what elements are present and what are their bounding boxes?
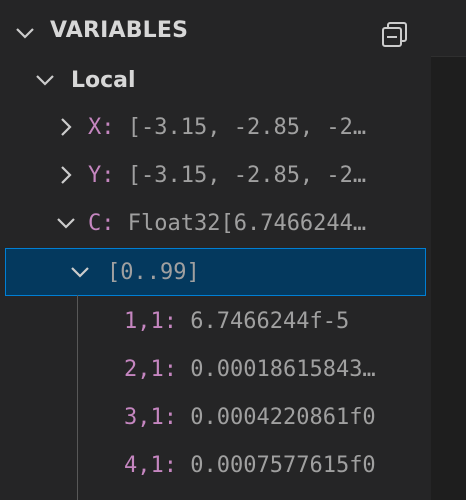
element-index: 3,1 (124, 405, 164, 430)
chevron-down-icon[interactable] (14, 22, 36, 44)
scope-label: Local (71, 68, 136, 93)
element-separator: : (163, 309, 191, 334)
variable-row-c[interactable]: C: Float32[6.7466244… (0, 199, 431, 247)
scope-local[interactable]: Local (0, 56, 431, 104)
chevron-right-icon[interactable] (55, 116, 77, 138)
range-label: [0..99] (107, 260, 200, 285)
element-row[interactable]: 2,1: 0.00018615843… (0, 345, 431, 393)
variables-panel: VARIABLES Local X: [-3.15, -2.85, -2… Y:… (0, 0, 431, 500)
chevron-down-icon[interactable] (55, 212, 77, 234)
variable-name: Y (88, 163, 102, 188)
variable-separator: : (101, 115, 128, 140)
section-title: VARIABLES (50, 18, 189, 43)
element-row[interactable]: 1,1: 6.7466244f-5 (0, 297, 431, 345)
collapse-all-icon[interactable] (380, 20, 410, 50)
element-separator: : (163, 405, 191, 430)
element-value: 0.0004220861f0 (190, 405, 376, 430)
variable-value: [-3.15, -2.85, -2… (127, 115, 367, 140)
element-separator: : (163, 453, 191, 478)
range-row-selected[interactable]: [0..99] (5, 248, 426, 296)
element-index: 2,1 (124, 357, 164, 382)
variable-value: Float32[6.7466244… (127, 211, 367, 236)
element-row[interactable]: 3,1: 0.0004220861f0 (0, 393, 431, 441)
element-index: 1,1 (124, 309, 164, 334)
element-value: 0.0007577615f0 (190, 453, 376, 478)
variables-section-header[interactable]: VARIABLES (0, 8, 431, 56)
chevron-down-icon[interactable] (69, 261, 91, 283)
variable-separator: : (101, 163, 128, 188)
variable-row-x[interactable]: X: [-3.15, -2.85, -2… (0, 103, 431, 151)
editor-area-edge (431, 0, 466, 500)
element-index: 4,1 (124, 453, 164, 478)
variable-name: C (88, 211, 102, 236)
element-row[interactable]: 4,1: 0.0007577615f0 (0, 441, 431, 489)
variable-separator: : (101, 211, 128, 236)
chevron-right-icon[interactable] (55, 164, 77, 186)
variable-name: X (88, 115, 102, 140)
editor-tab-bar-edge (431, 0, 466, 57)
element-value: 6.7466244f-5 (190, 309, 350, 334)
variable-row-y[interactable]: Y: [-3.15, -2.85, -2… (0, 151, 431, 199)
element-value: 0.00018615843… (190, 357, 376, 382)
chevron-down-icon[interactable] (34, 69, 56, 91)
element-separator: : (163, 357, 191, 382)
variable-value: [-3.15, -2.85, -2… (127, 163, 367, 188)
